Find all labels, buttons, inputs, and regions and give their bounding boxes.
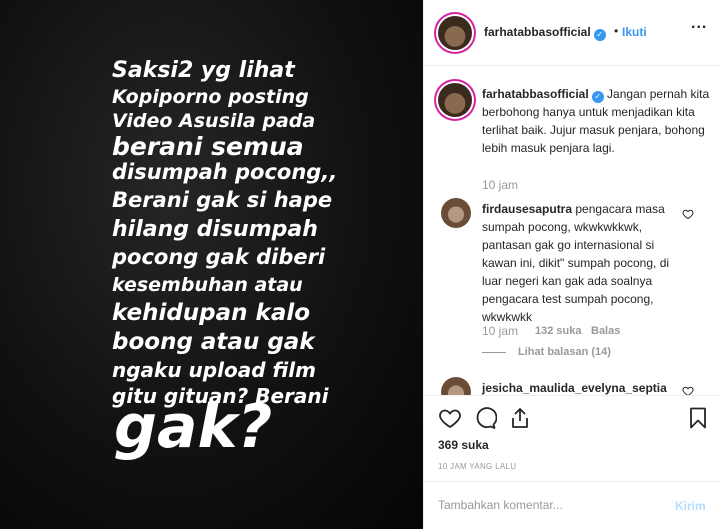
share-icon[interactable] (508, 406, 532, 430)
post-sidebar: farhatabbasofficial ✓ • Ikuti ... farhata… (423, 0, 720, 529)
image-text-line: kesembuhan atau (112, 274, 303, 296)
likes-count[interactable]: 369 suka (438, 438, 489, 452)
comment-username[interactable]: firdausesaputra (482, 202, 572, 216)
heart-icon[interactable] (438, 406, 462, 430)
image-text-line: disumpah pocong,, (112, 160, 338, 184)
image-text-line: pocong gak diberi (112, 245, 326, 269)
avatar[interactable] (438, 16, 472, 50)
reply-button[interactable]: Balas (591, 325, 620, 337)
verified-badge-icon: ✓ (591, 91, 604, 103)
comment-text: pengacara masa sumpah pocong, wkwkwkkwk,… (482, 202, 670, 324)
avatar[interactable] (438, 83, 472, 117)
avatar[interactable] (441, 377, 471, 395)
post-image[interactable]: Saksi2 yg lihat Kopiporno posting Video … (0, 0, 423, 529)
image-text-line: Berani gak si hape (112, 188, 333, 212)
comments-list[interactable]: farhatabbasofficial ✓ Jangan pernah kita … (424, 67, 720, 395)
comment-username[interactable]: jesicha_maulida_evelyna_septia (482, 381, 667, 395)
verified-badge-icon: ✓ (593, 29, 606, 41)
separator-dot: • (614, 24, 619, 38)
post-timestamp[interactable]: 10 JAM YANG LALU (438, 462, 516, 471)
caption: farhatabbasofficial ✓ Jangan pernah kita … (482, 85, 710, 157)
post-actions: 369 suka 10 JAM YANG LALU (424, 395, 720, 491)
comment-like-heart-icon[interactable] (682, 385, 694, 395)
caption-timestamp[interactable]: 10 jam (482, 178, 518, 192)
post-header: farhatabbasofficial ✓ • Ikuti ... (424, 0, 720, 66)
comment-icon[interactable] (473, 406, 497, 430)
image-text-line: hilang disumpah (112, 217, 318, 242)
comment-like-heart-icon[interactable] (682, 208, 694, 220)
username-text[interactable]: farhatabbasofficial (484, 25, 591, 39)
comment-input[interactable] (438, 495, 658, 515)
bookmark-icon[interactable] (686, 406, 710, 430)
image-text-line: Video Asusila pada (112, 110, 316, 132)
image-text-line: kehidupan kalo (112, 300, 311, 326)
comment: jesicha_maulida_evelyna_septia (482, 379, 692, 395)
add-comment-bar: Kirim (424, 481, 720, 529)
image-text-line: Saksi2 yg lihat (112, 58, 295, 83)
caption-username[interactable]: farhatabbasofficial (482, 87, 589, 101)
instagram-post-view: Saksi2 yg lihat Kopiporno posting Video … (0, 0, 720, 529)
comment-timestamp[interactable]: 10 jam (482, 324, 518, 338)
comment-likes[interactable]: 132 suka (535, 325, 581, 337)
image-text-line: Kopiporno posting (112, 86, 309, 108)
replies-divider (482, 352, 506, 353)
view-replies-button[interactable]: Lihat balasan (14) (518, 346, 611, 358)
author-username[interactable]: farhatabbasofficial ✓ (484, 25, 606, 41)
post-comment-button[interactable]: Kirim (675, 499, 706, 513)
more-options-icon[interactable]: ... (691, 15, 707, 33)
image-text-line: ngaku upload film (112, 358, 316, 382)
image-text-line: berani semua (112, 132, 304, 161)
image-text-line: gak? (114, 392, 273, 462)
avatar[interactable] (441, 198, 471, 228)
follow-button[interactable]: Ikuti (622, 25, 647, 39)
comment: firdausesaputra pengacara masa sumpah po… (482, 200, 692, 326)
image-text-line: boong atau gak (112, 329, 315, 355)
